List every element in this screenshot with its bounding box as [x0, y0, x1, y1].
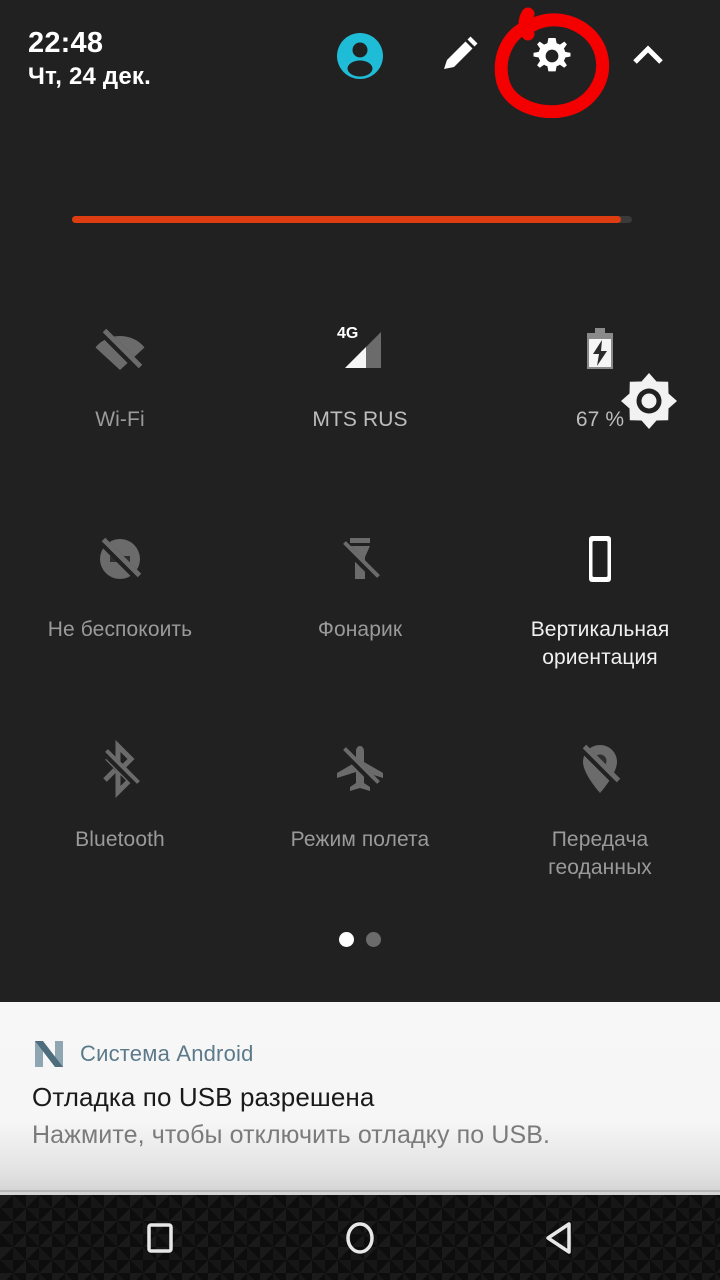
brightness-slider[interactable] — [0, 180, 720, 429]
back-button[interactable] — [460, 1195, 660, 1280]
settings-gear-button[interactable] — [526, 30, 578, 82]
tile-flashlight[interactable]: Фонарик — [240, 510, 480, 720]
chevron-up-icon — [633, 45, 663, 64]
tile-label: Wi-Fi — [95, 408, 145, 431]
tile-battery[interactable]: 67 % — [480, 300, 720, 510]
bluetooth-off-icon — [89, 738, 151, 800]
pencil-edit-icon — [444, 36, 478, 69]
do-not-disturb-off-icon — [89, 528, 151, 590]
quick-settings-tiles: Wi-Fi 4G MTS RUS 67 % Не беспокоить Фона… — [0, 300, 720, 930]
recents-button[interactable] — [60, 1195, 260, 1280]
notification-app-row: Система Android — [32, 1037, 254, 1071]
notification-app-name: Система Android — [80, 1041, 254, 1066]
tile-label: Режим полета — [290, 828, 430, 851]
page-indicator — [0, 932, 720, 947]
tile-location[interactable]: Передача геоданных — [480, 720, 720, 930]
portrait-orientation-icon — [569, 528, 631, 590]
square-recents-icon — [147, 1222, 173, 1253]
brightness-track[interactable] — [72, 216, 632, 223]
tile-label: 67 % — [575, 408, 625, 431]
airplane-off-icon — [329, 738, 391, 800]
tile-label: Bluetooth — [75, 828, 165, 851]
quick-settings-panel: 22:48 Чт, 24 дек. Wi-Fi 4G MTS RUS 67 % … — [0, 0, 720, 1002]
battery-charging-icon — [569, 318, 631, 380]
svg-text:4G: 4G — [337, 325, 358, 342]
tile-orientation[interactable]: Вертикальная ориентация — [480, 510, 720, 720]
collapse-panel-button[interactable] — [622, 30, 674, 82]
gear-settings-icon — [533, 38, 571, 72]
page-dot-active[interactable] — [339, 932, 354, 947]
tile-bluetooth[interactable]: Bluetooth — [0, 720, 240, 930]
flashlight-off-icon — [329, 528, 391, 590]
notification-usb-debugging[interactable]: Система Android Отладка по USB разрешена… — [0, 1002, 720, 1167]
tile-airplane-mode[interactable]: Режим полета — [240, 720, 480, 930]
status-time: 22:48 — [28, 27, 104, 59]
tile-cellular[interactable]: 4G MTS RUS — [240, 300, 480, 510]
tile-label: Фонарик — [317, 618, 403, 641]
notification-shade: Система Android Отладка по USB разрешена… — [0, 1002, 720, 1195]
tile-label: Передача геоданных — [548, 828, 652, 879]
tile-label: Вертикальная ориентация — [530, 618, 670, 669]
android-quick-settings-screen: 22:48 Чт, 24 дек. Wi-Fi 4G MTS RUS 67 % … — [0, 0, 720, 1280]
user-avatar-icon — [337, 33, 383, 79]
page-dot-inactive[interactable] — [366, 932, 381, 947]
tile-label: Не беспокоить — [47, 618, 193, 641]
navigation-bar — [0, 1195, 720, 1280]
tile-wifi[interactable]: Wi-Fi — [0, 300, 240, 510]
status-date: Чт, 24 дек. — [28, 63, 151, 90]
tile-do-not-disturb[interactable]: Не беспокоить — [0, 510, 240, 720]
wifi-off-icon — [89, 318, 151, 380]
triangle-back-icon — [546, 1221, 571, 1254]
tile-label: MTS RUS — [312, 408, 408, 431]
notification-body: Нажмите, чтобы отключить отладку по USB. — [32, 1121, 551, 1149]
home-button[interactable] — [260, 1195, 460, 1280]
quick-settings-header: 22:48 Чт, 24 дек. — [0, 0, 720, 140]
signal-4g-icon: 4G — [329, 318, 391, 380]
circle-home-icon — [346, 1221, 374, 1254]
brightness-fill — [72, 216, 621, 223]
notification-divider — [0, 1190, 720, 1192]
location-off-icon — [569, 738, 631, 800]
android-n-logo-icon — [35, 1041, 63, 1067]
user-avatar-button[interactable] — [334, 30, 386, 82]
notification-title: Отладка по USB разрешена — [32, 1082, 375, 1112]
edit-tiles-button[interactable] — [432, 30, 484, 82]
clock-date-block[interactable]: 22:48 Чт, 24 дек. — [28, 26, 151, 92]
